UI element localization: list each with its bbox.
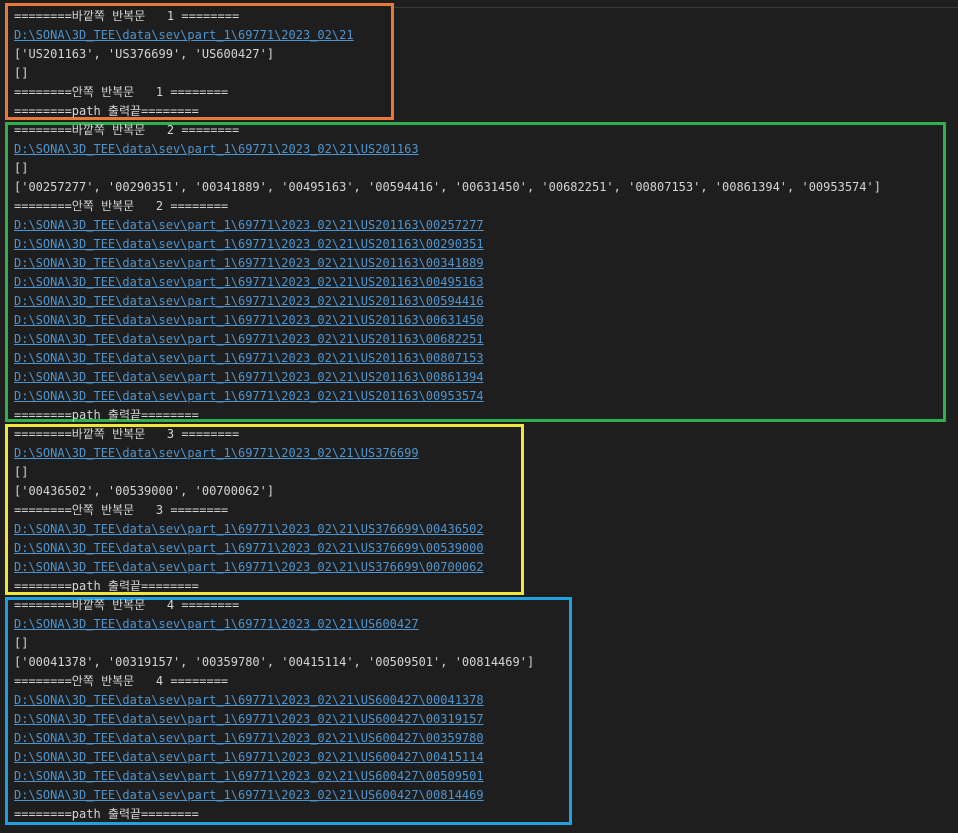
output-path-link[interactable]: D:\SONA\3D_TEE\data\sev\part_1\69771\202…	[14, 539, 484, 558]
output-line: []	[14, 161, 29, 175]
output-line: ========안쪽 반복문 2 ========	[14, 199, 229, 213]
output-path-link[interactable]: D:\SONA\3D_TEE\data\sev\part_1\69771\202…	[14, 292, 484, 311]
output-path-link[interactable]: D:\SONA\3D_TEE\data\sev\part_1\69771\202…	[14, 691, 484, 710]
output-path-link[interactable]: D:\SONA\3D_TEE\data\sev\part_1\69771\202…	[14, 254, 484, 273]
output-path-link[interactable]: D:\SONA\3D_TEE\data\sev\part_1\69771\202…	[14, 216, 484, 235]
output-line: ========path 출력끝========	[14, 807, 199, 821]
output-line: ['00257277', '00290351', '00341889', '00…	[14, 180, 881, 194]
output-line: ========path 출력끝========	[14, 579, 199, 593]
output-line: ['00041378', '00319157', '00359780', '00…	[14, 655, 535, 669]
output-path-link[interactable]: D:\SONA\3D_TEE\data\sev\part_1\69771\202…	[14, 26, 354, 45]
output-line: []	[14, 636, 29, 650]
output-line: []	[14, 465, 29, 479]
output-path-link[interactable]: D:\SONA\3D_TEE\data\sev\part_1\69771\202…	[14, 786, 484, 805]
output-path-link[interactable]: D:\SONA\3D_TEE\data\sev\part_1\69771\202…	[14, 748, 484, 767]
output-line: ========안쪽 반복문 3 ========	[14, 503, 229, 517]
output-line: []	[14, 66, 29, 80]
output-line: ========path 출력끝========	[14, 104, 199, 118]
output-path-link[interactable]: D:\SONA\3D_TEE\data\sev\part_1\69771\202…	[14, 387, 484, 406]
output-line: ========path 출력끝========	[14, 408, 199, 422]
output-path-link[interactable]: D:\SONA\3D_TEE\data\sev\part_1\69771\202…	[14, 710, 484, 729]
output-path-link[interactable]: D:\SONA\3D_TEE\data\sev\part_1\69771\202…	[14, 273, 484, 292]
output-line: ['US201163', 'US376699', 'US600427']	[14, 47, 275, 61]
output-path-link[interactable]: D:\SONA\3D_TEE\data\sev\part_1\69771\202…	[14, 615, 419, 634]
output-path-link[interactable]: D:\SONA\3D_TEE\data\sev\part_1\69771\202…	[14, 444, 419, 463]
output-line: ========안쪽 반복문 4 ========	[14, 674, 229, 688]
output-path-link[interactable]: D:\SONA\3D_TEE\data\sev\part_1\69771\202…	[14, 235, 484, 254]
output-path-link[interactable]: D:\SONA\3D_TEE\data\sev\part_1\69771\202…	[14, 330, 484, 349]
output-line: ========안쪽 반복문 1 ========	[14, 85, 229, 99]
output-line: ========바깥쪽 반복문 3 ========	[14, 427, 240, 441]
output-path-link[interactable]: D:\SONA\3D_TEE\data\sev\part_1\69771\202…	[14, 520, 484, 539]
output-path-link[interactable]: D:\SONA\3D_TEE\data\sev\part_1\69771\202…	[14, 349, 484, 368]
output-path-link[interactable]: D:\SONA\3D_TEE\data\sev\part_1\69771\202…	[14, 767, 484, 786]
output-path-link[interactable]: D:\SONA\3D_TEE\data\sev\part_1\69771\202…	[14, 729, 484, 748]
output-line: ========바깥쪽 반복문 1 ========	[14, 9, 240, 23]
output-line: ========바깥쪽 반복문 2 ========	[14, 123, 240, 137]
output-path-link[interactable]: D:\SONA\3D_TEE\data\sev\part_1\69771\202…	[14, 558, 484, 577]
output-path-link[interactable]: D:\SONA\3D_TEE\data\sev\part_1\69771\202…	[14, 140, 419, 159]
terminal-output[interactable]: ========바깥쪽 반복문 1 ======== D:\SONA\3D_TEE…	[0, 0, 958, 833]
output-path-link[interactable]: D:\SONA\3D_TEE\data\sev\part_1\69771\202…	[14, 368, 484, 387]
output-line: ========바깥쪽 반복문 4 ========	[14, 598, 240, 612]
output-path-link[interactable]: D:\SONA\3D_TEE\data\sev\part_1\69771\202…	[14, 311, 484, 330]
output-line: ['00436502', '00539000', '00700062']	[14, 484, 275, 498]
